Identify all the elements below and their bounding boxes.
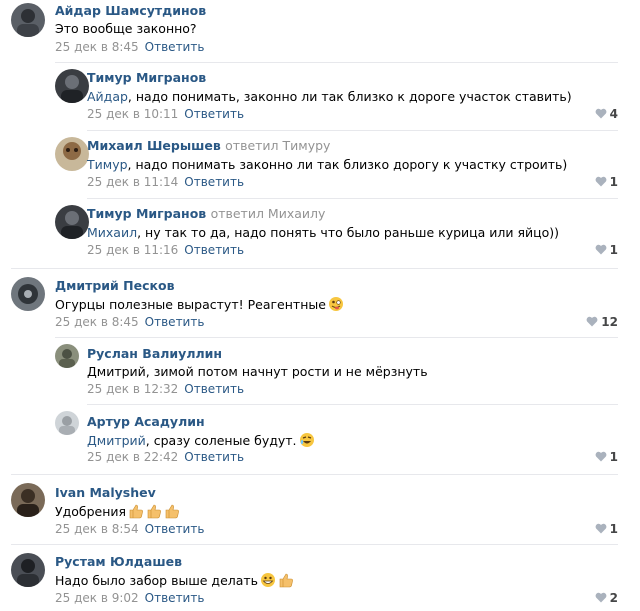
heart-icon (595, 523, 607, 537)
author-name[interactable]: Михаил Шерышев ответил Тимуру (87, 138, 330, 153)
avatar[interactable] (55, 69, 89, 103)
avatar[interactable] (11, 553, 45, 587)
avatar[interactable] (11, 3, 45, 37)
like-count: 1 (609, 450, 618, 464)
heart-icon (595, 244, 607, 258)
comment-date[interactable]: 25 дек в 9:02 (55, 591, 139, 605)
mention-link[interactable]: Михаил (87, 225, 137, 240)
comment-date[interactable]: 25 дек в 8:45 (55, 315, 139, 329)
comment-text: Надо было забор выше делать (55, 572, 294, 591)
like-button[interactable]: 1 (595, 450, 618, 465)
comment-meta: 25 дек в 11:16 Ответить (87, 243, 244, 257)
reply-button[interactable]: Ответить (145, 591, 205, 605)
separator (87, 404, 618, 405)
mention-link[interactable]: Тимур (87, 157, 128, 172)
heart-icon (595, 592, 607, 606)
replied-to: ответил Михаилу (210, 206, 326, 221)
like-button[interactable]: 2 (595, 591, 618, 606)
grin-emoji (260, 572, 276, 591)
like-button[interactable]: 4 (595, 107, 618, 122)
heart-icon (595, 108, 607, 122)
reply-button[interactable]: Ответить (145, 40, 205, 54)
comment-text: Удобрения (55, 503, 180, 522)
comment-meta: 25 дек в 8:54 Ответить (55, 522, 204, 536)
avatar[interactable] (55, 344, 79, 368)
author-name[interactable]: Тимур Мигранов ответил Михаилу (87, 206, 325, 221)
comment-date[interactable]: 25 дек в 12:32 (87, 382, 178, 396)
reply-button[interactable]: Ответить (145, 522, 205, 536)
avatar[interactable] (55, 411, 79, 435)
like-count: 1 (609, 522, 618, 536)
comment-date[interactable]: 25 дек в 22:42 (87, 450, 178, 464)
reply-button[interactable]: Ответить (184, 107, 244, 121)
comment-date[interactable]: 25 дек в 10:11 (87, 107, 178, 121)
like-count: 4 (609, 107, 618, 121)
heart-icon (595, 451, 607, 465)
author-name[interactable]: Артур Асадулин (87, 414, 205, 429)
comment-text: Михаил, ну так то да, надо понять что бы… (87, 225, 560, 240)
comment-text: Тимур, надо понимать законно ли так близ… (87, 157, 568, 172)
comment-date[interactable]: 25 дек в 8:45 (55, 40, 139, 54)
comment-date[interactable]: 25 дек в 8:54 (55, 522, 139, 536)
like-button[interactable]: 1 (595, 243, 618, 258)
thumbs-up-emoji (164, 503, 180, 522)
separator (11, 268, 618, 269)
heart-icon (595, 176, 607, 190)
comment-text: Дмитрий, сразу соленые будут. (87, 432, 315, 451)
replied-to: ответил Тимуру (225, 138, 331, 153)
reply-button[interactable]: Ответить (184, 382, 244, 396)
separator (55, 62, 618, 63)
author-name[interactable]: Ivan Malyshev (55, 485, 156, 500)
like-count: 1 (609, 175, 618, 189)
comment-meta: 25 дек в 10:11 Ответить (87, 107, 244, 121)
crazy-face-emoji (328, 296, 344, 315)
comment-text: Огурцы полезные вырастут! Реагентные (55, 296, 344, 315)
separator (87, 130, 618, 131)
reply-button[interactable]: Ответить (184, 450, 244, 464)
rofl-emoji (299, 432, 315, 451)
comment-meta: 25 дек в 22:42 Ответить (87, 450, 244, 464)
thumbs-up-emoji (278, 572, 294, 591)
comment-meta: 25 дек в 8:45 Ответить (55, 40, 204, 54)
reply-button[interactable]: Ответить (184, 243, 244, 257)
like-count: 12 (601, 315, 618, 329)
like-button[interactable]: 12 (586, 315, 618, 330)
author-name[interactable]: Руслан Валиуллин (87, 346, 222, 361)
separator (11, 544, 618, 545)
like-button[interactable]: 1 (595, 522, 618, 537)
comment-date[interactable]: 25 дек в 11:16 (87, 243, 178, 257)
avatar[interactable] (55, 137, 89, 171)
thumbs-up-emoji (146, 503, 162, 522)
comment-meta: 25 дек в 8:45 Ответить (55, 315, 204, 329)
author-name[interactable]: Рустам Юлдашев (55, 554, 182, 569)
reply-button[interactable]: Ответить (184, 175, 244, 189)
separator (11, 474, 618, 475)
comment-text: Айдар, надо понимать, законно ли так бли… (87, 89, 572, 104)
comment-meta: 25 дек в 9:02 Ответить (55, 591, 204, 605)
thumbs-up-emoji (128, 503, 144, 522)
comment-date[interactable]: 25 дек в 11:14 (87, 175, 178, 189)
like-count: 1 (609, 243, 618, 257)
author-name[interactable]: Тимур Мигранов (87, 70, 206, 85)
comment-text: Это вообще законно? (55, 21, 197, 36)
separator (87, 198, 618, 199)
like-button[interactable]: 1 (595, 175, 618, 190)
avatar[interactable] (11, 483, 45, 517)
avatar[interactable] (11, 277, 45, 311)
like-count: 2 (609, 591, 618, 605)
heart-icon (586, 316, 598, 330)
comment-text: Дмитрий, зимой потом начнут рости и не м… (87, 364, 428, 379)
separator (55, 337, 618, 338)
avatar[interactable] (55, 205, 89, 239)
comment-meta: 25 дек в 11:14 Ответить (87, 175, 244, 189)
reply-button[interactable]: Ответить (145, 315, 205, 329)
mention-link[interactable]: Дмитрий (87, 433, 146, 448)
mention-link[interactable]: Айдар (87, 89, 128, 104)
comment-meta: 25 дек в 12:32 Ответить (87, 382, 244, 396)
author-name[interactable]: Айдар Шамсутдинов (55, 3, 206, 18)
author-name[interactable]: Дмитрий Песков (55, 278, 175, 293)
